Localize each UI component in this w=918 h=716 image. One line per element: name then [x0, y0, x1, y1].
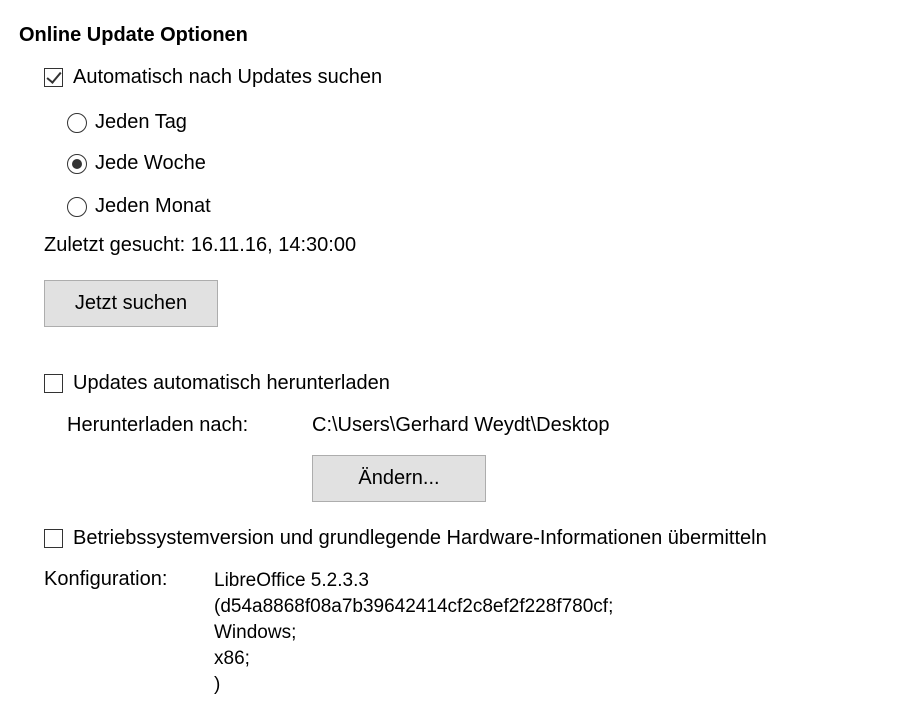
- send-os-info-checkbox-row[interactable]: Betriebssystemversion und grundlegende H…: [44, 527, 767, 550]
- configuration-details: LibreOffice 5.2.3.3 (d54a8868f08a7b39642…: [214, 568, 613, 698]
- change-download-path-button[interactable]: Ändern...: [312, 455, 486, 502]
- configuration-line: (d54a8868f08a7b39642414cf2c8ef2f228f780c…: [214, 596, 614, 617]
- auto-check-label: Automatisch nach Updates suchen: [73, 66, 383, 88]
- radio-weekly[interactable]: [67, 153, 87, 174]
- auto-download-label: Updates automatisch herunterladen: [73, 372, 390, 394]
- auto-check-checkbox[interactable]: [44, 68, 63, 87]
- last-checked-text: Zuletzt gesucht: 16.11.16, 14:30:00: [44, 234, 357, 256]
- auto-download-checkbox[interactable]: [44, 374, 63, 393]
- auto-download-checkbox-row[interactable]: Updates automatisch herunterladen: [44, 372, 390, 395]
- send-os-info-label: Betriebssystemversion und grundlegende H…: [73, 527, 767, 549]
- configuration-label: Konfiguration:: [44, 568, 168, 590]
- radio-daily-row[interactable]: Jeden Tag: [67, 111, 187, 134]
- radio-daily[interactable]: [67, 112, 87, 133]
- download-path: C:\Users\Gerhard Weydt\Desktop: [312, 414, 610, 436]
- configuration-line: Windows;: [214, 622, 297, 643]
- radio-monthly-row[interactable]: Jeden Monat: [67, 195, 211, 218]
- configuration-line: LibreOffice 5.2.3.3: [214, 570, 369, 591]
- radio-monthly[interactable]: [67, 196, 87, 217]
- configuration-line: x86;: [214, 648, 250, 669]
- auto-check-checkbox-row[interactable]: Automatisch nach Updates suchen: [44, 66, 382, 89]
- configuration-line: ): [214, 674, 221, 695]
- send-os-info-checkbox[interactable]: [44, 529, 63, 548]
- radio-selected-dot: [72, 158, 82, 169]
- download-to-label: Herunterladen nach:: [67, 414, 249, 436]
- section-title: Online Update Optionen: [19, 24, 248, 46]
- radio-daily-label: Jeden Tag: [95, 111, 187, 133]
- radio-weekly-label: Jede Woche: [95, 152, 206, 174]
- online-update-options-panel: Online Update Optionen Automatisch nach …: [0, 0, 918, 716]
- radio-monthly-label: Jeden Monat: [95, 195, 211, 217]
- checkmark-icon: [46, 68, 62, 84]
- radio-weekly-row[interactable]: Jede Woche: [67, 152, 206, 175]
- check-now-button[interactable]: Jetzt suchen: [44, 280, 218, 327]
